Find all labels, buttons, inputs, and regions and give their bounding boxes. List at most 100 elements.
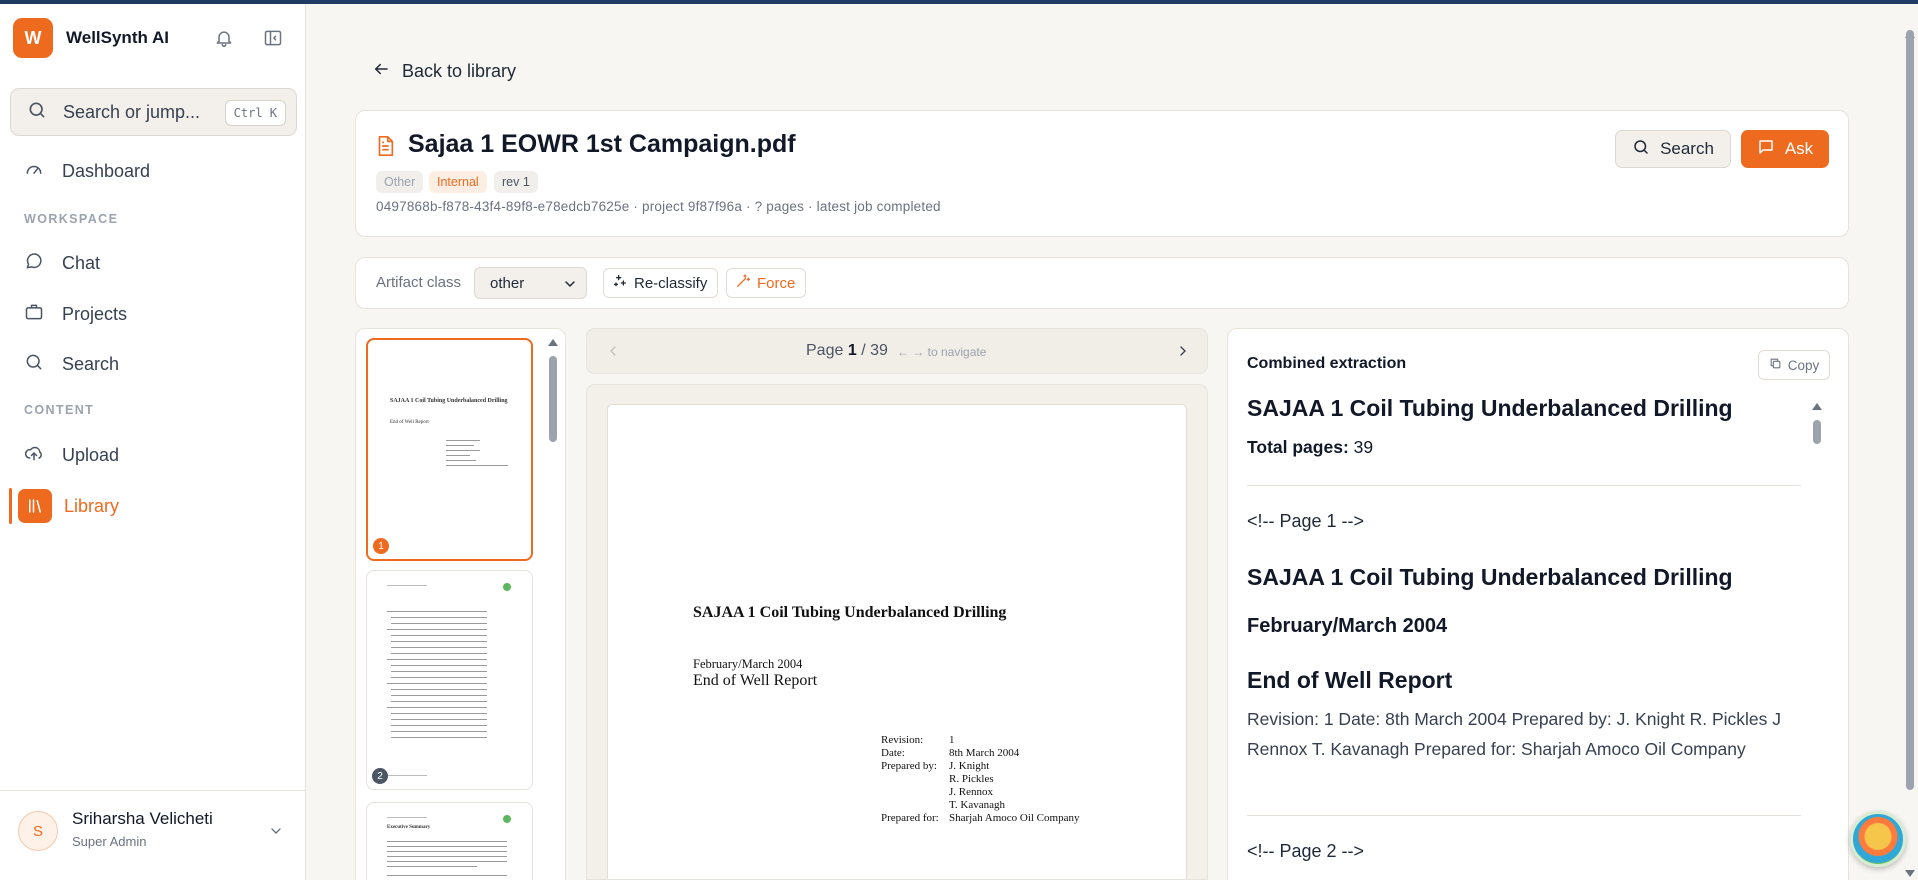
search-document-button[interactable]: Search xyxy=(1615,130,1731,168)
message-square-icon xyxy=(1757,138,1775,161)
brand[interactable]: W WellSynth AI xyxy=(13,18,169,58)
ask-button-label: Ask xyxy=(1784,139,1814,158)
bell-icon[interactable] xyxy=(210,24,238,52)
scroll-up-icon[interactable] xyxy=(1811,398,1823,416)
extraction-scrollbar[interactable] xyxy=(1811,398,1823,868)
thumbnail-text-line xyxy=(391,719,487,720)
page-thumbnail[interactable]: SAJAA 1 Coil Tubing Underbalanced Drilli… xyxy=(366,338,533,561)
chevron-right-icon[interactable] xyxy=(1175,343,1191,364)
section-heading-workspace: WORKSPACE xyxy=(24,212,119,226)
copy-button[interactable]: Copy xyxy=(1758,350,1830,380)
page-title: SAJAA 1 Coil Tubing Underbalanced Drilli… xyxy=(693,604,1007,621)
avatar: S xyxy=(18,811,58,851)
search-shortcut: Ctrl K xyxy=(224,100,286,126)
brand-logo: W xyxy=(13,18,53,58)
thumbnail-text-line xyxy=(446,440,480,441)
thumbnail-text-line xyxy=(391,653,487,654)
thumbnail-text-line xyxy=(387,875,507,876)
thumbnail-text-line xyxy=(446,445,474,446)
extraction-page-date: February/March 2004 xyxy=(1247,615,1448,637)
thumbnail-text-line xyxy=(387,856,507,857)
divider xyxy=(1247,485,1801,486)
thumbnail-text-line xyxy=(387,585,427,586)
thumbnail-text-line xyxy=(387,817,427,818)
back-label: Back to library xyxy=(402,61,517,81)
current-page: 1 xyxy=(847,342,857,359)
divider xyxy=(1247,815,1801,816)
wand-icon xyxy=(735,273,751,293)
force-button[interactable]: Force xyxy=(726,268,807,298)
assistant-launcher-button[interactable] xyxy=(1850,811,1906,867)
file-text-icon xyxy=(374,134,396,163)
sparkles-icon xyxy=(612,273,628,293)
search-icon xyxy=(27,100,47,125)
user-menu[interactable]: S Sriharsha Velicheti Super Admin xyxy=(0,790,306,880)
thumbnail-title: SAJAA 1 Coil Tubing Underbalanced Drilli… xyxy=(390,398,508,404)
sidebar-item-library[interactable]: Library xyxy=(10,485,297,527)
sidebar-item-search[interactable]: Search xyxy=(10,343,297,385)
document-meta: 0497868b-f878-43f4-89f8-e78edcb7625e · p… xyxy=(376,199,941,214)
scrollbar-thumb[interactable] xyxy=(549,356,557,442)
field-key: Prepared for: xyxy=(881,812,939,824)
total-pages-label: Total pages: xyxy=(1247,437,1349,457)
scrollbar-thumb[interactable] xyxy=(1906,30,1914,790)
sidebar-search-placeholder: Search or jump... xyxy=(63,101,201,122)
chevron-left-icon[interactable] xyxy=(605,343,621,364)
thumbnail-text-line xyxy=(391,731,487,732)
scroll-down-icon[interactable] xyxy=(1904,866,1916,880)
copy-label: Copy xyxy=(1787,357,1820,373)
field-value: T. Kavanagh xyxy=(949,799,1005,811)
page-field-values: 1 8th March 2004 J. Knight R. Pickles J.… xyxy=(949,734,1079,825)
sidebar-item-chat[interactable]: Chat xyxy=(10,242,297,284)
sidebar-item-upload[interactable]: Upload xyxy=(10,434,297,476)
ask-button[interactable]: Ask xyxy=(1741,130,1829,168)
extraction-report-title: End of Well Report xyxy=(1247,667,1453,693)
field-value: Sharjah Amoco Oil Company xyxy=(949,812,1080,824)
field-key: Revision: xyxy=(881,734,924,746)
thumbnail-page-number: 1 xyxy=(373,538,389,554)
scroll-up-icon[interactable] xyxy=(547,334,559,352)
page-marker: <!-- Page 1 --> xyxy=(1247,511,1365,531)
thumbnail-scrollbar[interactable] xyxy=(547,334,559,880)
extraction-paragraph: Revision: 1 Date: 8th March 2004 Prepare… xyxy=(1247,709,1782,759)
thumbnail-text-line xyxy=(391,695,487,696)
chevron-down-icon xyxy=(268,823,284,844)
field-value: J. Knight xyxy=(949,760,990,772)
back-to-library-link[interactable]: Back to library xyxy=(372,60,516,83)
sidebar-item-dashboard[interactable]: Dashboard xyxy=(10,150,297,192)
page-thumbnail[interactable]: 2 xyxy=(366,570,533,790)
thumbnail-text-line xyxy=(387,775,427,776)
page-viewer: SAJAA 1 Coil Tubing Underbalanced Drilli… xyxy=(586,384,1208,880)
thumbnail-text-line xyxy=(446,455,470,456)
document-title: Sajaa 1 EOWR 1st Campaign.pdf xyxy=(408,130,796,158)
page-marker: <!-- Page 2 --> xyxy=(1247,841,1365,861)
scrollbar-thumb[interactable] xyxy=(1813,420,1821,444)
field-key: Prepared by: xyxy=(881,760,937,772)
reclassify-button[interactable]: Re-classify xyxy=(603,268,719,298)
total-pages-line: Total pages: 39 xyxy=(1247,437,1373,458)
sidebar-item-label: Upload xyxy=(62,444,120,465)
field-key xyxy=(881,799,956,812)
sidebar-item-projects[interactable]: Projects xyxy=(10,293,297,335)
thumbnail-text-line xyxy=(387,841,507,842)
page-indicator: Page 1 / 39 xyxy=(806,342,888,360)
thumbnail-page-number: 2 xyxy=(372,768,388,784)
tag-revision: rev 1 xyxy=(494,171,538,193)
artifact-class-select[interactable]: other xyxy=(474,267,587,299)
page-date: February/March 2004 xyxy=(693,657,803,671)
thumbnail-text-line xyxy=(391,737,487,738)
thumbnail-text-line xyxy=(387,846,507,847)
thumbnail-text-line xyxy=(391,701,487,702)
thumbnail-text-line xyxy=(446,450,480,451)
section-heading-content: CONTENT xyxy=(24,403,95,417)
page-label: Page xyxy=(806,342,844,359)
window-scrollbar[interactable] xyxy=(1904,26,1916,880)
collapse-sidebar-icon[interactable] xyxy=(259,24,287,52)
upload-cloud-icon xyxy=(24,443,44,468)
user-role: Super Admin xyxy=(72,834,147,849)
page-thumbnail[interactable]: Executive Summary xyxy=(366,802,533,880)
thumbnail-text-line xyxy=(391,713,487,714)
extraction-title: SAJAA 1 Coil Tubing Underbalanced Drilli… xyxy=(1247,395,1733,421)
thumbnail-text-line xyxy=(391,641,487,642)
sidebar-search[interactable]: Search or jump... Ctrl K xyxy=(10,88,297,136)
